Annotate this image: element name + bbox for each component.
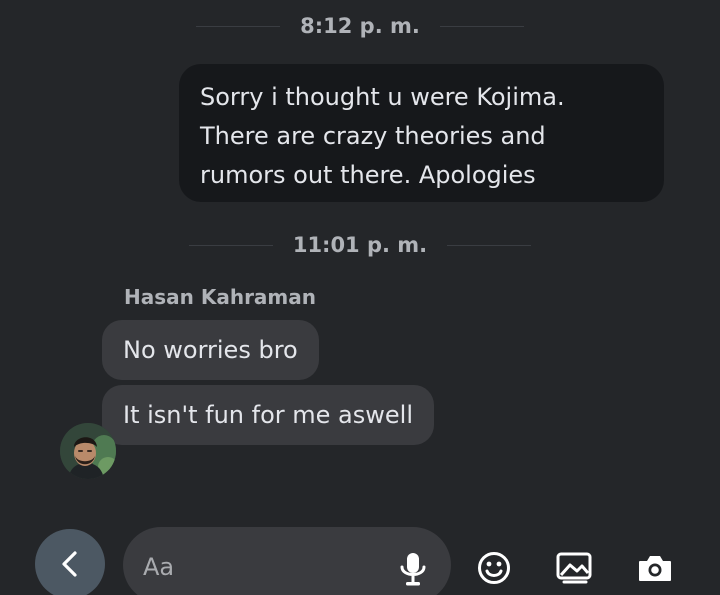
- incoming-message-bubble[interactable]: It isn't fun for me aswell: [102, 385, 434, 445]
- back-icon: [62, 551, 77, 577]
- gallery-icon: [556, 552, 592, 584]
- microphone-icon: [400, 553, 426, 586]
- avatar[interactable]: [60, 423, 116, 479]
- chat-thread: 8:12 p. m. Sorry i thought u were Kojima…: [0, 0, 720, 595]
- incoming-message-bubble[interactable]: No worries bro: [102, 320, 319, 380]
- sender-name: Hasan Kahraman: [124, 285, 317, 309]
- message-input[interactable]: [143, 549, 383, 585]
- message-composer: [0, 522, 720, 595]
- back-button[interactable]: [35, 529, 105, 595]
- timestamp-label: 8:12 p. m.: [300, 14, 420, 38]
- emoji-icon: [478, 552, 510, 584]
- divider-line: [447, 244, 532, 246]
- emoji-button[interactable]: [474, 548, 514, 588]
- timestamp-label: 11:01 p. m.: [292, 233, 428, 257]
- divider-line: [188, 244, 273, 246]
- microphone-button[interactable]: [398, 551, 428, 591]
- timestamp-divider: 11:01 p. m.: [0, 233, 720, 257]
- message-input-container[interactable]: [123, 527, 451, 595]
- outgoing-message-bubble[interactable]: Sorry i thought u were Kojima. There are…: [179, 64, 664, 202]
- camera-button[interactable]: [635, 548, 675, 588]
- timestamp-divider: 8:12 p. m.: [0, 14, 720, 38]
- gallery-button[interactable]: [554, 548, 594, 588]
- divider-line: [196, 25, 281, 27]
- avatar-image: [60, 423, 116, 479]
- camera-icon: [639, 556, 671, 581]
- divider-line: [439, 25, 524, 27]
